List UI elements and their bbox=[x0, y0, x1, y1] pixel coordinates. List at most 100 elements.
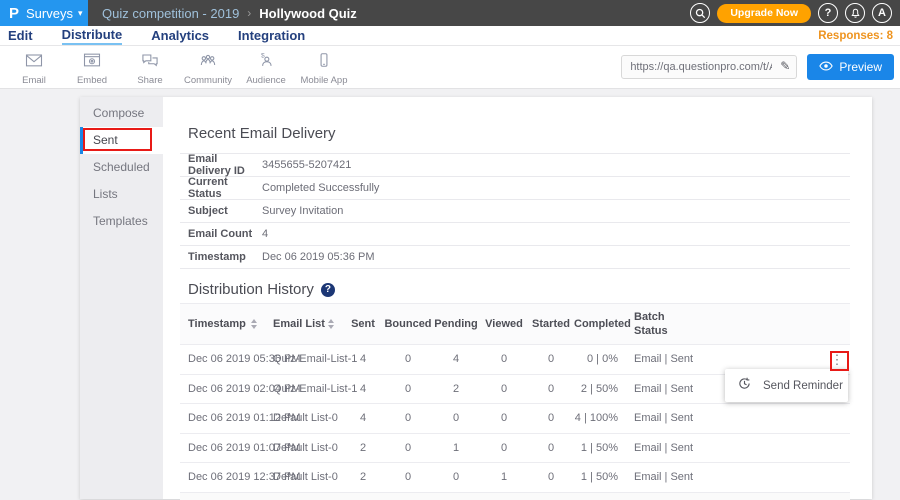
row-batch-status: Email | Sent bbox=[630, 412, 690, 424]
notifications-bell-icon[interactable] bbox=[845, 3, 865, 23]
row-bounced: 0 bbox=[384, 442, 432, 454]
row-pending: 4 bbox=[432, 353, 480, 365]
community-icon bbox=[198, 51, 218, 74]
row-completed: 1 | 50% bbox=[574, 471, 630, 483]
column-header-timestamp: Timestamp bbox=[180, 317, 265, 331]
toolbar-item-community[interactable]: Community bbox=[179, 49, 237, 86]
responses-count: Responses: 8 bbox=[818, 30, 893, 42]
kv-label: Timestamp bbox=[188, 251, 262, 263]
table-row: Dec 06 2019 12:37 PM Default List-0 2 0 … bbox=[180, 463, 850, 493]
row-sent: 4 bbox=[342, 353, 384, 365]
email-sidebar: Compose Sent Scheduled Lists Templates bbox=[80, 97, 163, 499]
row-actions-kebab-icon[interactable]: ⋮ bbox=[824, 353, 850, 366]
row-bounced: 0 bbox=[384, 471, 432, 483]
upgrade-now-button[interactable]: Upgrade Now bbox=[717, 4, 811, 23]
row-bounced: 0 bbox=[384, 353, 432, 365]
audience-icon: $ bbox=[256, 51, 276, 74]
column-header-started: Started bbox=[528, 317, 574, 331]
preview-button[interactable]: Preview bbox=[807, 54, 894, 80]
chevron-down-icon: ▾ bbox=[78, 8, 83, 19]
distribute-toolbar: Email Embed Share Community $ Audience M… bbox=[0, 46, 900, 89]
send-reminder-menu-item[interactable]: Send Reminder bbox=[763, 380, 843, 392]
toolbar-item-mobile-app[interactable]: Mobile App bbox=[295, 49, 353, 86]
subject-value: Survey Invitation bbox=[262, 205, 343, 217]
preview-button-label: Preview bbox=[839, 60, 882, 74]
table-row: Dec 06 2019 01:12 PM Default List-0 4 0 … bbox=[180, 404, 850, 434]
row-pending: 2 bbox=[432, 383, 480, 395]
recent-delivery-title: Recent Email Delivery bbox=[188, 126, 850, 141]
column-header-email-list: Email List bbox=[265, 317, 342, 331]
toolbar-item-embed[interactable]: Embed bbox=[63, 49, 121, 86]
sidebar-item-compose[interactable]: Compose bbox=[80, 100, 163, 127]
row-batch-status: Email | Sent bbox=[630, 383, 690, 395]
surveys-menu-label: Surveys bbox=[26, 6, 73, 21]
share-icon bbox=[140, 51, 160, 74]
table-header-row: Timestamp Email List Sent Bounced Pendin… bbox=[180, 303, 850, 345]
toolbar-item-audience[interactable]: $ Audience bbox=[237, 49, 295, 86]
edit-url-icon[interactable]: ✎ bbox=[780, 59, 790, 73]
search-icon[interactable] bbox=[690, 3, 710, 23]
distribution-help-icon[interactable]: ? bbox=[321, 283, 335, 297]
row-started: 0 bbox=[528, 353, 574, 365]
row-sent: 4 bbox=[342, 412, 384, 424]
surveys-menu[interactable]: Surveys ▾ bbox=[26, 6, 83, 21]
distribution-history-title: Distribution History bbox=[188, 282, 314, 297]
column-header-sent: Sent bbox=[342, 317, 384, 331]
kv-label: Subject bbox=[188, 205, 262, 217]
logo-area: P Surveys ▾ bbox=[0, 0, 88, 26]
sidebar-item-lists[interactable]: Lists bbox=[80, 181, 163, 208]
row-context-menu: Send Reminder bbox=[725, 369, 848, 402]
breadcrumb-separator: › bbox=[247, 6, 251, 20]
kv-label: Current Status bbox=[188, 176, 262, 200]
row-bounced: 0 bbox=[384, 383, 432, 395]
survey-url-wrap: ✎ bbox=[621, 55, 797, 79]
row-pending: 0 bbox=[432, 471, 480, 483]
toolbar-item-label: Email bbox=[22, 75, 46, 86]
row-pending: 1 bbox=[432, 442, 480, 454]
row-email-list: Quiz-Email-List-1 bbox=[265, 383, 342, 395]
row-completed: 0 | 0% bbox=[574, 353, 630, 365]
toolbar-item-label: Audience bbox=[246, 75, 286, 86]
row-completed: 4 | 100% bbox=[574, 412, 630, 424]
toolbar-item-email[interactable]: Email bbox=[5, 49, 63, 86]
row-timestamp: Dec 06 2019 01:12 PM bbox=[180, 412, 265, 424]
kv-row: Current Status Completed Successfully bbox=[180, 176, 850, 199]
row-bounced: 0 bbox=[384, 412, 432, 424]
survey-url-input[interactable] bbox=[621, 55, 797, 79]
row-viewed: 0 bbox=[480, 353, 528, 365]
row-viewed: 1 bbox=[480, 471, 528, 483]
column-header-pending: Pending bbox=[432, 317, 480, 331]
breadcrumb: Quiz competition - 2019 › Hollywood Quiz bbox=[88, 0, 690, 26]
row-timestamp: Dec 06 2019 05:36 PM bbox=[180, 353, 265, 365]
row-email-list: Default List-0 bbox=[265, 471, 342, 483]
tab-distribute[interactable]: Distribute bbox=[62, 27, 123, 45]
tab-analytics[interactable]: Analytics bbox=[151, 28, 209, 44]
row-viewed: 0 bbox=[480, 442, 528, 454]
breadcrumb-survey-link[interactable]: Quiz competition - 2019 bbox=[102, 6, 239, 21]
sidebar-item-scheduled[interactable]: Scheduled bbox=[80, 154, 163, 181]
sort-icon[interactable] bbox=[251, 319, 257, 329]
breadcrumb-current: Hollywood Quiz bbox=[259, 6, 357, 21]
mobile-app-icon bbox=[314, 51, 334, 74]
column-header-bounced: Bounced bbox=[384, 317, 432, 331]
tab-integration[interactable]: Integration bbox=[238, 28, 305, 44]
column-header-completed: Completed bbox=[574, 317, 630, 331]
row-started: 0 bbox=[528, 383, 574, 395]
sort-icon[interactable] bbox=[328, 319, 334, 329]
avatar[interactable]: A bbox=[872, 3, 892, 23]
row-completed: 2 | 50% bbox=[574, 383, 630, 395]
toolbar-item-label: Mobile App bbox=[300, 75, 347, 86]
kv-row: Email Delivery ID 3455655-5207421 bbox=[180, 153, 850, 176]
sidebar-item-templates[interactable]: Templates bbox=[80, 208, 163, 235]
page-background: Compose Sent Scheduled Lists Templates R… bbox=[0, 89, 900, 499]
help-icon[interactable]: ? bbox=[818, 3, 838, 23]
survey-nav: Edit Distribute Analytics Integration Re… bbox=[0, 26, 900, 46]
toolbar-item-share[interactable]: Share bbox=[121, 49, 179, 86]
table-row: Dec 06 2019 01:07 PM Default List-0 2 0 … bbox=[180, 434, 850, 464]
sidebar-item-sent[interactable]: Sent bbox=[80, 127, 163, 154]
row-pending: 0 bbox=[432, 412, 480, 424]
row-viewed: 0 bbox=[480, 383, 528, 395]
tab-edit[interactable]: Edit bbox=[8, 28, 33, 44]
distribution-history-header: Distribution History ? bbox=[188, 282, 850, 297]
column-header-batch-status: Batch Status bbox=[630, 310, 690, 338]
